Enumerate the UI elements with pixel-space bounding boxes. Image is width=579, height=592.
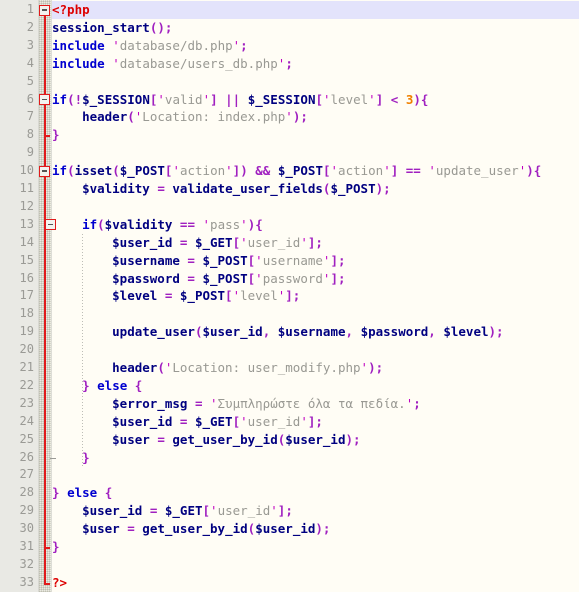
fold-minus-icon[interactable] (39, 4, 50, 16)
fold-minus-icon[interactable] (39, 94, 50, 105)
code-editor[interactable]: 1 2 3 4 5 6 7 8 9 10 11 12 13 14 15 16 17 18 19 20 21 22 23 24 2… (0, 0, 579, 592)
fold-minus-icon[interactable] (39, 165, 50, 177)
fold-toggle-markers[interactable] (0, 0, 579, 592)
fold-minus-icon[interactable] (45, 219, 56, 231)
